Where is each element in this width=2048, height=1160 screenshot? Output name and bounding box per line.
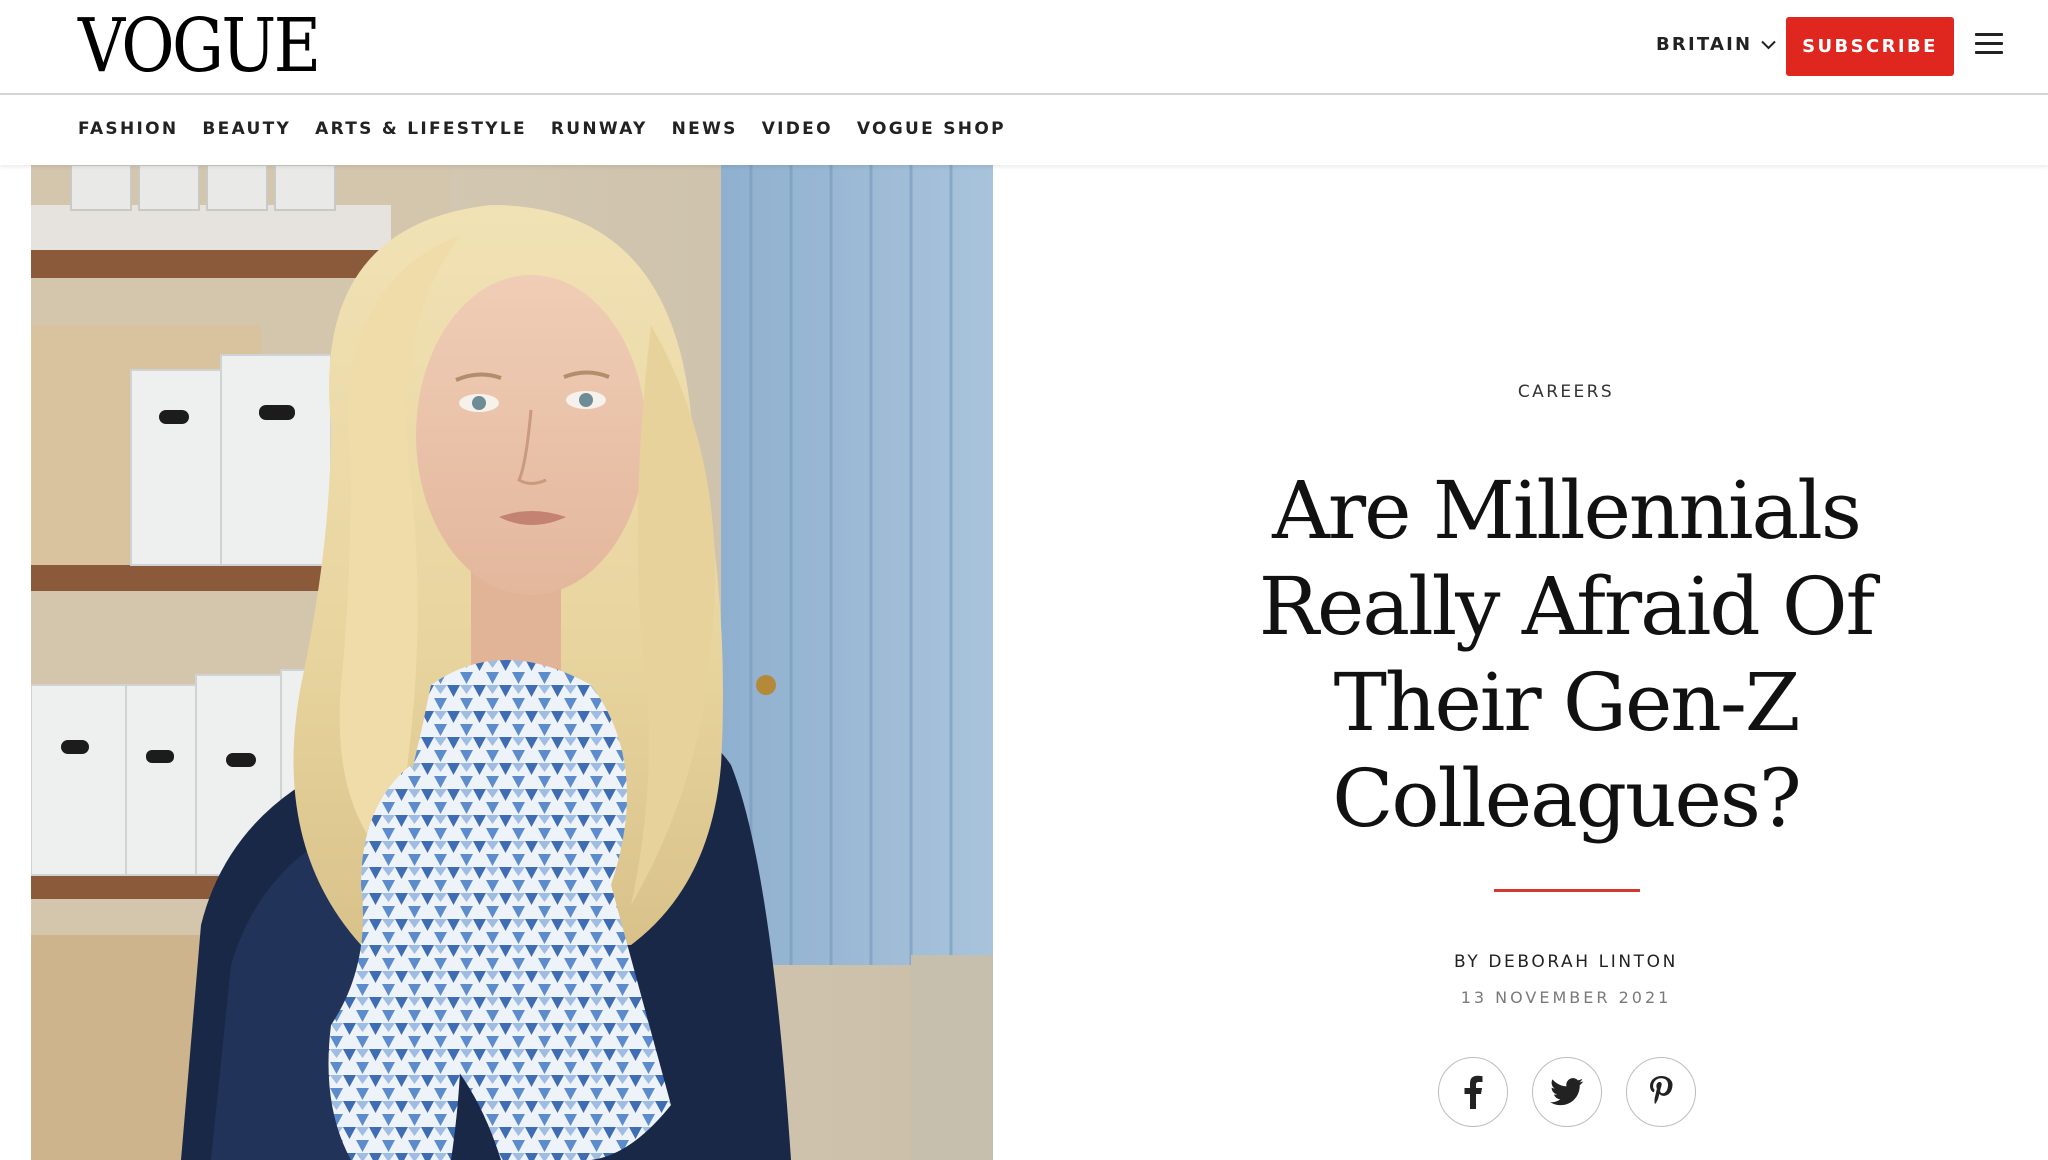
nav-item-vogue-shop[interactable]: VOGUE SHOP bbox=[857, 119, 1006, 139]
pinterest-icon bbox=[1650, 1076, 1673, 1105]
nav-item-arts-lifestyle[interactable]: ARTS & LIFESTYLE bbox=[315, 119, 527, 139]
nav-list: FASHION BEAUTY ARTS & LIFESTYLE RUNWAY N… bbox=[78, 119, 1006, 139]
vogue-logo[interactable]: VOGUE bbox=[78, 8, 321, 84]
byline: BY DEBORAH LINTON bbox=[1096, 952, 2036, 972]
edition-label: BRITAIN bbox=[1656, 34, 1753, 55]
hamburger-menu-icon[interactable] bbox=[1975, 33, 2003, 59]
main-navigation: FASHION BEAUTY ARTS & LIFESTYLE RUNWAY N… bbox=[0, 95, 2048, 165]
nav-item-video[interactable]: VIDEO bbox=[762, 119, 833, 139]
nav-item-fashion[interactable]: FASHION bbox=[78, 119, 178, 139]
nav-item-runway[interactable]: RUNWAY bbox=[551, 119, 648, 139]
article-rubric[interactable]: CAREERS bbox=[1096, 382, 2036, 402]
edition-selector[interactable]: BRITAIN bbox=[1656, 34, 1776, 55]
nav-item-beauty[interactable]: BEAUTY bbox=[202, 119, 291, 139]
facebook-share-button[interactable] bbox=[1438, 1057, 1508, 1127]
twitter-icon bbox=[1550, 1078, 1584, 1106]
author-link[interactable]: DEBORAH LINTON bbox=[1488, 952, 1678, 972]
share-buttons bbox=[1438, 1057, 1696, 1127]
publish-date: 13 NOVEMBER 2021 bbox=[1460, 988, 1672, 1007]
article-header: CAREERS Are Millennials Really Afraid Of… bbox=[1096, 165, 2036, 1160]
hero-image bbox=[31, 165, 993, 1160]
facebook-icon bbox=[1464, 1075, 1483, 1109]
byline-prefix: BY bbox=[1454, 952, 1481, 972]
top-header: VOGUE BRITAIN SUBSCRIBE bbox=[0, 0, 2048, 95]
nav-item-news[interactable]: NEWS bbox=[672, 119, 738, 139]
subscribe-button[interactable]: SUBSCRIBE bbox=[1786, 17, 1954, 76]
chevron-down-icon bbox=[1761, 40, 1776, 49]
pinterest-share-button[interactable] bbox=[1626, 1057, 1696, 1127]
twitter-share-button[interactable] bbox=[1532, 1057, 1602, 1127]
headline-divider bbox=[1494, 889, 1640, 892]
article-headline: Are Millennials Really Afraid Of Their G… bbox=[1258, 464, 1875, 845]
